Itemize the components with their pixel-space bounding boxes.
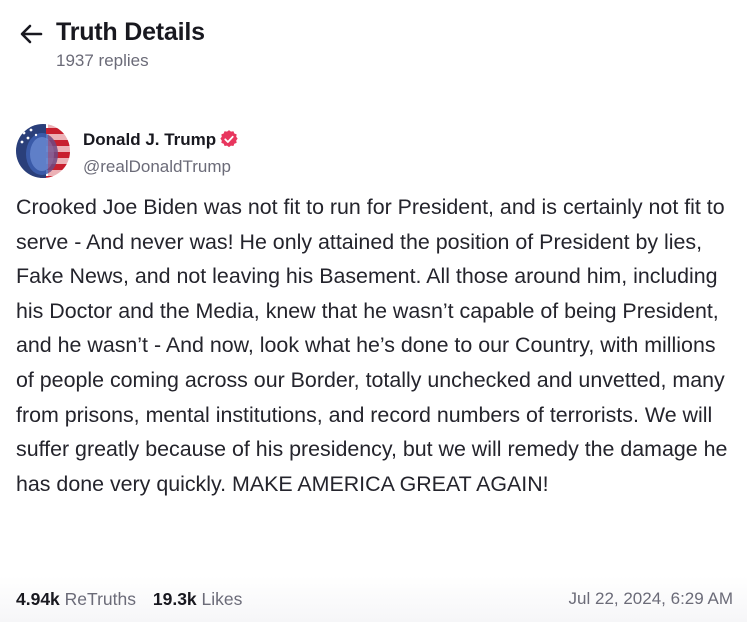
- arrow-left-icon: [18, 20, 46, 48]
- post-stats: 4.94k ReTruths 19.3k Likes: [16, 587, 254, 611]
- post-author-header: Donald J. Trump @realDonaldTrump: [16, 124, 716, 182]
- replies-count: 1937 replies: [56, 51, 149, 70]
- retruths-label: ReTruths: [64, 589, 136, 609]
- avatar[interactable]: [16, 124, 70, 178]
- post-text: Crooked Joe Biden was not fit to run for…: [16, 195, 728, 496]
- likes-stat[interactable]: 19.3k Likes: [153, 589, 243, 609]
- back-button[interactable]: [18, 20, 46, 48]
- post-footer: 4.94k ReTruths 19.3k Likes Jul 22, 2024,…: [0, 576, 747, 622]
- author-name[interactable]: Donald J. Trump: [83, 128, 238, 152]
- page-title: Truth Details: [56, 18, 205, 46]
- retruths-count: 4.94k: [16, 589, 60, 609]
- post-content: Crooked Joe Biden was not fit to run for…: [16, 190, 731, 501]
- page-header: Truth Details 1937 replies: [18, 14, 718, 76]
- author-name-label: Donald J. Trump: [83, 130, 217, 149]
- retruths-stat[interactable]: 4.94k ReTruths: [16, 589, 136, 609]
- author-handle[interactable]: @realDonaldTrump: [83, 155, 231, 179]
- likes-count: 19.3k: [152, 589, 197, 609]
- likes-label: Likes: [201, 589, 243, 609]
- verified-badge-icon: [220, 130, 238, 148]
- post-timestamp: Jul 22, 2024, 6:29 AM: [568, 589, 733, 608]
